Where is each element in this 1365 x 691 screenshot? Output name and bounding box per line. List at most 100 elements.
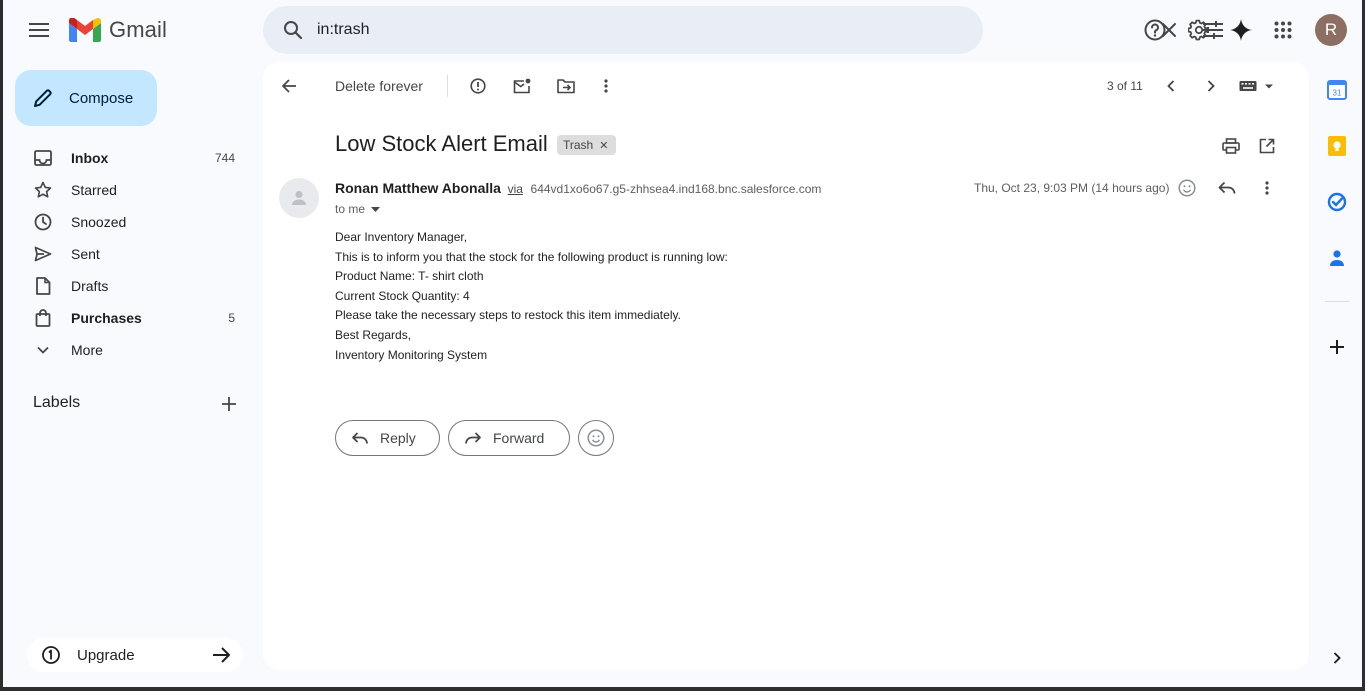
search-bar xyxy=(263,6,1223,54)
back-button[interactable] xyxy=(275,74,303,98)
open-new-window-button[interactable] xyxy=(1255,134,1279,158)
sidebar-item-label: Drafts xyxy=(71,278,109,294)
calendar-app-button[interactable]: 31 xyxy=(1323,76,1351,104)
move-folder-icon xyxy=(557,79,575,94)
contacts-app-button[interactable] xyxy=(1323,244,1351,272)
reply-label: Reply xyxy=(380,430,416,446)
body-line: This is to inform you that the stock for… xyxy=(335,249,728,264)
sidebar-item-drafts[interactable]: Drafts xyxy=(3,270,245,302)
main-menu-button[interactable] xyxy=(19,14,59,46)
sidebar-item-label: Inbox xyxy=(71,150,109,166)
input-tools-button[interactable] xyxy=(1237,74,1277,98)
caret-down-icon xyxy=(371,206,381,212)
sender-name[interactable]: Ronan Matthew Abonalla xyxy=(335,180,501,196)
move-to-button[interactable] xyxy=(555,74,577,98)
report-spam-button[interactable] xyxy=(467,74,489,98)
message-subject: Low Stock Alert Email xyxy=(335,131,548,156)
sidebar-nav: Inbox 744 Starred Snoozed Sent Drafts Pu… xyxy=(3,142,255,366)
newer-button[interactable] xyxy=(1159,74,1183,98)
label-chip-trash[interactable]: Trash ✕ xyxy=(557,135,617,155)
search-icon xyxy=(284,21,303,40)
more-actions-button[interactable] xyxy=(597,74,615,98)
message-date: Thu, Oct 23, 9:03 PM (14 hours ago) xyxy=(974,181,1170,195)
star-icon xyxy=(33,180,53,200)
gemini-button[interactable] xyxy=(1223,12,1259,48)
sidebar-item-label: Sent xyxy=(71,246,100,262)
reply-action-button[interactable]: Reply xyxy=(335,420,440,456)
more-vert-icon xyxy=(604,79,608,93)
upgrade-label: Upgrade xyxy=(77,646,135,664)
sidebar-item-more[interactable]: More xyxy=(3,334,245,366)
emoji-icon xyxy=(587,429,605,447)
lightbulb-icon xyxy=(1328,136,1346,156)
remove-label-icon[interactable]: ✕ xyxy=(599,139,608,152)
create-label-button[interactable] xyxy=(215,390,243,418)
search-input[interactable] xyxy=(317,18,877,42)
plus-icon xyxy=(1330,340,1344,354)
unread-count: 744 xyxy=(214,151,235,165)
show-side-panel-button[interactable] xyxy=(1323,644,1351,672)
message-more-button[interactable] xyxy=(1257,176,1277,200)
pagination-count: 3 of 11 xyxy=(1107,79,1143,93)
mark-unread-icon xyxy=(513,78,531,94)
sidebar-item-snoozed[interactable]: Snoozed xyxy=(3,206,245,238)
keyboard-icon xyxy=(1239,81,1273,91)
top-bar: Gmail R xyxy=(3,0,1362,62)
sidebar-item-purchases[interactable]: Purchases 5 xyxy=(3,302,245,334)
via-link[interactable]: via xyxy=(508,182,523,196)
print-all-button[interactable] xyxy=(1219,134,1243,158)
gmail-logo[interactable]: Gmail xyxy=(69,14,167,46)
reply-icon xyxy=(1218,181,1236,194)
delete-forever-button[interactable]: Delete forever xyxy=(335,78,423,94)
reply-button[interactable] xyxy=(1215,176,1239,200)
rail-divider xyxy=(1325,301,1349,302)
send-icon xyxy=(33,244,53,264)
emoji-icon xyxy=(1178,179,1196,197)
older-button[interactable] xyxy=(1199,74,1223,98)
body-line: Current Stock Quantity: 4 xyxy=(335,288,470,303)
chevron-right-icon xyxy=(1333,652,1341,664)
message-view: Delete forever 3 of 11 Low Stock Alert E… xyxy=(263,62,1309,670)
gear-icon xyxy=(1188,19,1209,41)
upgrade-button[interactable]: Upgrade xyxy=(27,638,243,672)
arrow-left-icon xyxy=(282,79,296,93)
keep-app-button[interactable] xyxy=(1323,132,1351,160)
mark-unread-button[interactable] xyxy=(511,74,533,98)
search-button[interactable] xyxy=(275,12,311,48)
chevron-right-icon xyxy=(1207,80,1215,92)
google-apps-button[interactable] xyxy=(1265,12,1301,48)
calendar-day: 31 xyxy=(1333,89,1342,98)
sidebar-item-starred[interactable]: Starred xyxy=(3,174,245,206)
label-chip-text: Trash xyxy=(563,138,594,152)
open-in-new-icon xyxy=(1259,138,1275,154)
recipients-toggle[interactable]: to me xyxy=(335,202,381,216)
inbox-icon xyxy=(33,148,53,168)
forward-icon xyxy=(465,432,481,444)
message-body: Dear Inventory Manager, This is to infor… xyxy=(335,228,728,365)
reply-icon xyxy=(352,432,368,444)
print-icon xyxy=(1222,138,1240,154)
sender-address: 644vd1xo6o67.g5-zhhsea4.ind168.bnc.sales… xyxy=(530,182,822,196)
tasks-app-button[interactable] xyxy=(1323,188,1351,216)
sidebar-item-label: Snoozed xyxy=(71,214,127,230)
recipient-label: to me xyxy=(335,202,366,216)
support-button[interactable] xyxy=(1137,12,1173,48)
sidebar-item-sent[interactable]: Sent xyxy=(3,238,245,270)
sender-avatar[interactable] xyxy=(279,178,319,218)
body-line: Dear Inventory Manager, xyxy=(335,230,468,244)
forward-action-button[interactable]: Forward xyxy=(448,420,570,456)
plus-icon xyxy=(222,397,236,411)
gmail-m-icon xyxy=(69,18,101,42)
hamburger-menu-icon xyxy=(29,23,49,37)
get-addons-button[interactable] xyxy=(1323,333,1351,361)
settings-button[interactable] xyxy=(1181,12,1217,48)
help-icon xyxy=(1144,19,1166,41)
emoji-reaction-button[interactable] xyxy=(578,420,614,456)
calendar-icon: 31 xyxy=(1327,80,1347,100)
chevron-down-icon xyxy=(33,340,53,360)
sidebar-item-inbox[interactable]: Inbox 744 xyxy=(3,142,245,174)
account-avatar[interactable]: R xyxy=(1315,14,1347,46)
shopping-bag-icon xyxy=(33,308,53,328)
compose-button[interactable]: Compose xyxy=(15,70,157,126)
add-reaction-button[interactable] xyxy=(1175,176,1199,200)
